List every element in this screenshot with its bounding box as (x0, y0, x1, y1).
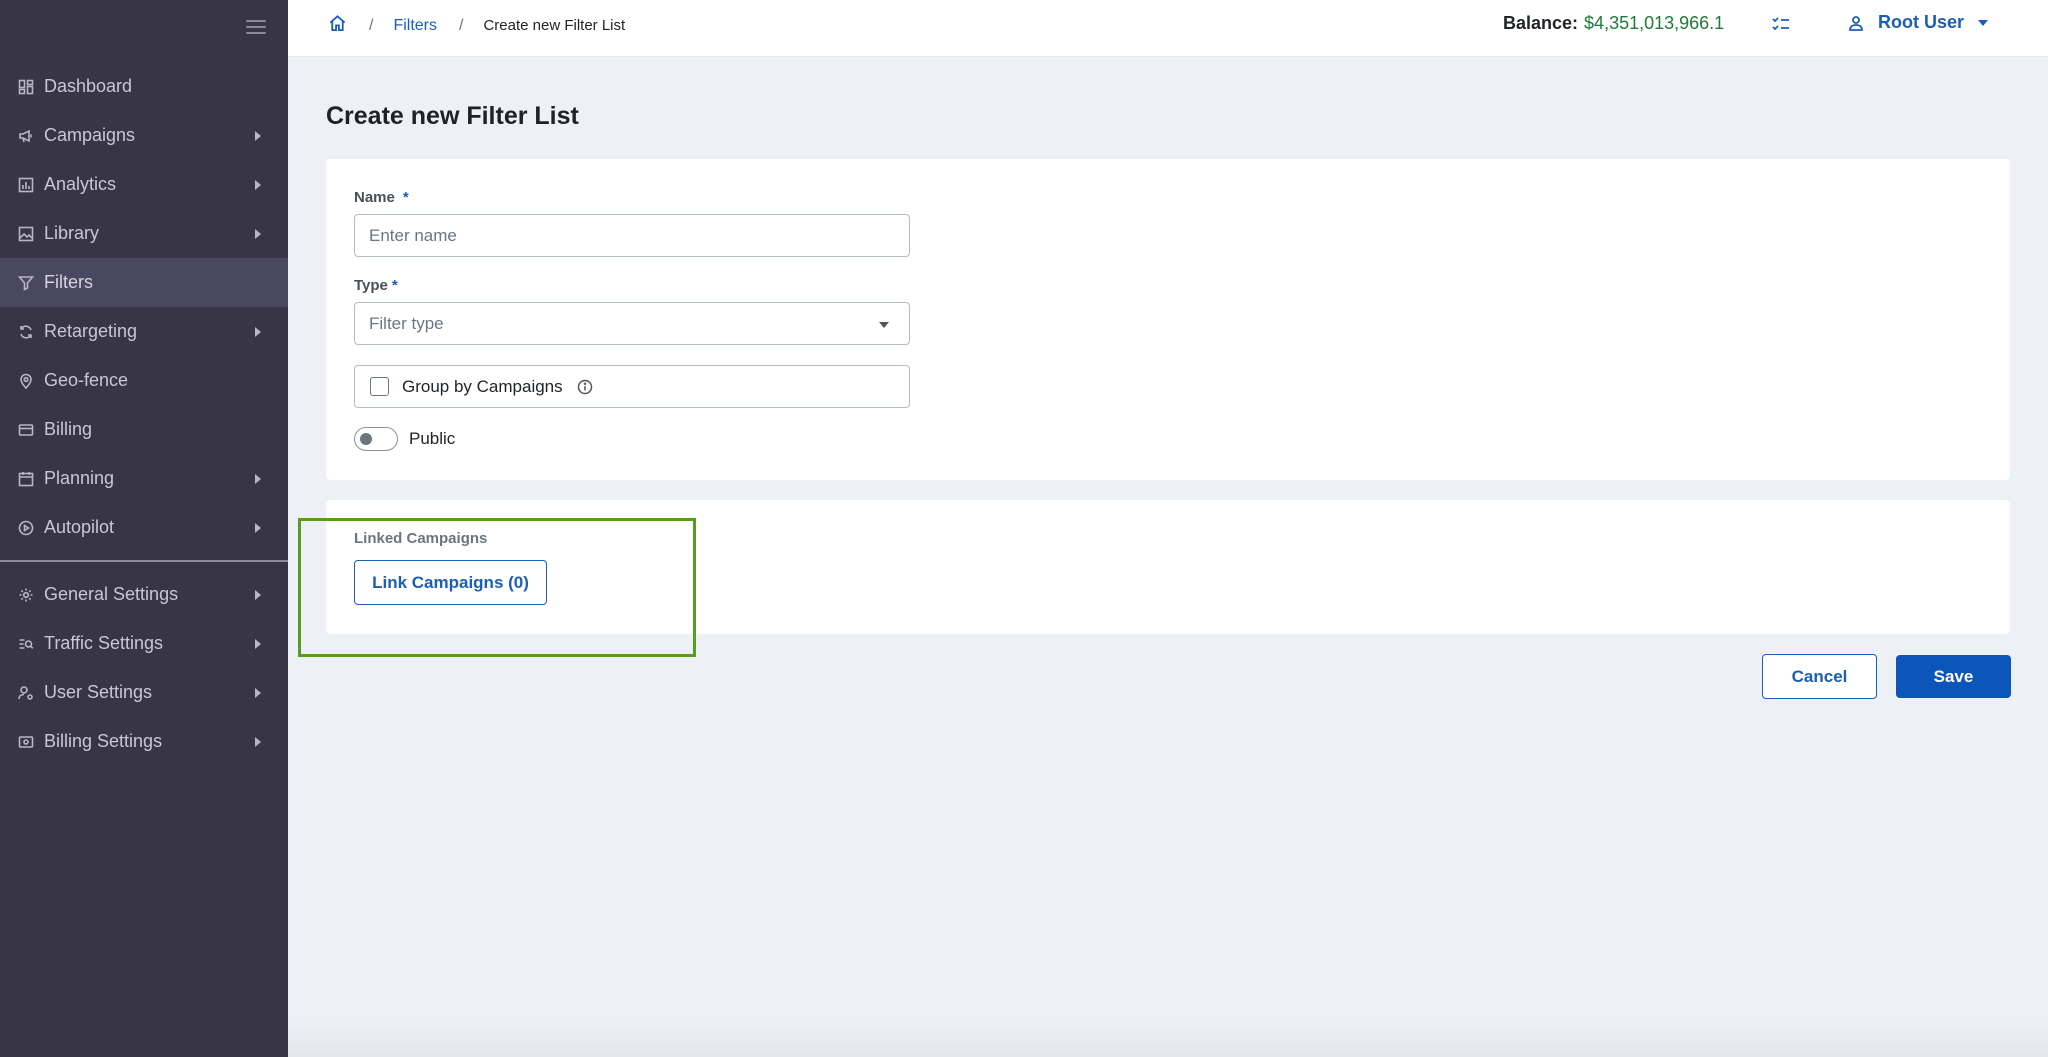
sidebar-item-billing-settings[interactable]: Billing Settings (0, 717, 288, 766)
group-by-campaigns-checkbox[interactable] (370, 377, 389, 396)
calendar-icon (18, 471, 34, 487)
credit-card-icon (18, 422, 34, 438)
sidebar-item-label: Billing (44, 419, 93, 439)
topbar: / Filters / Create new Filter List Balan… (288, 0, 2048, 57)
sidebar-item-label: Autopilot (44, 517, 115, 537)
type-select[interactable]: Filter type (354, 302, 910, 345)
breadcrumb: / Filters / Create new Filter List (328, 14, 625, 37)
info-icon[interactable] (577, 379, 593, 395)
sidebar-item-user-settings[interactable]: User Settings (0, 668, 288, 717)
chart-icon (18, 177, 34, 193)
map-pin-icon (18, 373, 34, 389)
sidebar-item-label: Geo-fence (44, 370, 129, 390)
chevron-right-icon (255, 326, 261, 337)
sidebar-item-traffic-settings[interactable]: Traffic Settings (0, 619, 288, 668)
sidebar-item-library[interactable]: Library (0, 209, 288, 258)
dashboard-icon (18, 79, 34, 95)
caret-down-icon (1978, 19, 1989, 26)
public-label: Public (409, 429, 456, 448)
public-toggle-row: Public (354, 427, 455, 451)
chevron-right-icon (255, 179, 261, 190)
task-list-icon[interactable] (1771, 14, 1791, 39)
cancel-button[interactable]: Cancel (1762, 654, 1877, 699)
sidebar: Dashboard Campaigns Analytics Library Fi… (0, 0, 288, 1057)
required-asterisk: * (391, 277, 398, 294)
name-input[interactable]: Enter name (354, 214, 910, 257)
home-icon[interactable] (328, 14, 347, 37)
sidebar-item-label: Traffic Settings (44, 633, 164, 653)
sidebar-item-autopilot[interactable]: Autopilot (0, 503, 288, 552)
sidebar-item-billing[interactable]: Billing (0, 405, 288, 454)
filter-form-card: Name * Enter name Type * Filter type Group… (326, 159, 2010, 480)
name-placeholder: Enter name (369, 225, 457, 245)
sidebar-item-campaigns[interactable]: Campaigns (0, 111, 288, 160)
type-label: Type * (354, 277, 398, 294)
sidebar-item-label: Planning (44, 468, 115, 488)
chevron-right-icon (255, 228, 261, 239)
megaphone-icon (18, 128, 34, 144)
breadcrumb-separator: / (369, 16, 374, 34)
required-asterisk: * (402, 189, 409, 206)
public-toggle[interactable] (354, 427, 398, 451)
sidebar-item-retargeting[interactable]: Retargeting (0, 307, 288, 356)
sidebar-item-label: Analytics (44, 174, 117, 194)
breadcrumb-current: Create new Filter List (483, 17, 626, 34)
breadcrumb-filters-link[interactable]: Filters (393, 17, 437, 35)
type-placeholder: Filter type (369, 313, 444, 333)
image-icon (18, 226, 34, 242)
user-gear-icon (18, 685, 34, 701)
sidebar-item-filters[interactable]: Filters (0, 258, 288, 307)
gear-icon (18, 587, 34, 603)
play-circle-icon (18, 520, 34, 536)
balance-label: Balance: (1503, 13, 1579, 33)
refresh-icon (18, 324, 34, 340)
page-title: Create new Filter List (326, 102, 579, 130)
bottom-scroll-shadow (288, 1020, 2048, 1057)
balance: Balance: $4,351,013,966.1 (1503, 13, 1724, 34)
list-search-icon (18, 636, 34, 652)
group-by-campaigns-label: Group by Campaigns (402, 376, 563, 396)
sidebar-item-dashboard[interactable]: Dashboard (0, 62, 288, 111)
sidebar-item-label: General Settings (44, 584, 179, 604)
chevron-right-icon (255, 638, 261, 649)
balance-amount: $4,351,013,966.1 (1584, 13, 1725, 33)
chevron-right-icon (255, 589, 261, 600)
highlight-box (298, 518, 696, 657)
filter-icon (18, 275, 34, 291)
user-icon (1849, 15, 1863, 31)
hamburger-menu-icon[interactable] (246, 20, 266, 34)
type-label-text: Type (354, 277, 388, 294)
sidebar-item-label: User Settings (44, 682, 153, 702)
save-button[interactable]: Save (1896, 655, 2011, 698)
sidebar-item-label: Retargeting (44, 321, 138, 341)
breadcrumb-separator: / (459, 16, 464, 34)
sidebar-item-planning[interactable]: Planning (0, 454, 288, 503)
chevron-right-icon (255, 473, 261, 484)
sidebar-item-label: Campaigns (44, 125, 136, 145)
sidebar-item-general-settings[interactable]: General Settings (0, 570, 288, 619)
name-label: Name * (354, 189, 409, 206)
user-name: Root User (1878, 12, 1965, 32)
sidebar-item-label: Filters (44, 272, 93, 292)
user-menu[interactable]: Root User (1848, 12, 1989, 33)
sidebar-item-label: Library (44, 223, 100, 243)
chevron-right-icon (255, 130, 261, 141)
chevron-right-icon (255, 687, 261, 698)
chevron-right-icon (255, 522, 261, 533)
sidebar-item-label: Billing Settings (44, 731, 163, 751)
sidebar-divider (0, 560, 288, 562)
chevron-right-icon (255, 736, 261, 747)
sidebar-item-analytics[interactable]: Analytics (0, 160, 288, 209)
sidebar-item-geo-fence[interactable]: Geo-fence (0, 356, 288, 405)
caret-down-icon (879, 321, 889, 328)
sidebar-nav: Dashboard Campaigns Analytics Library Fi… (0, 62, 288, 766)
money-icon (18, 734, 34, 750)
sidebar-item-label: Dashboard (44, 76, 133, 96)
name-label-text: Name (354, 189, 395, 206)
group-by-campaigns-field: Group by Campaigns (354, 365, 910, 408)
toggle-knob (360, 433, 372, 445)
